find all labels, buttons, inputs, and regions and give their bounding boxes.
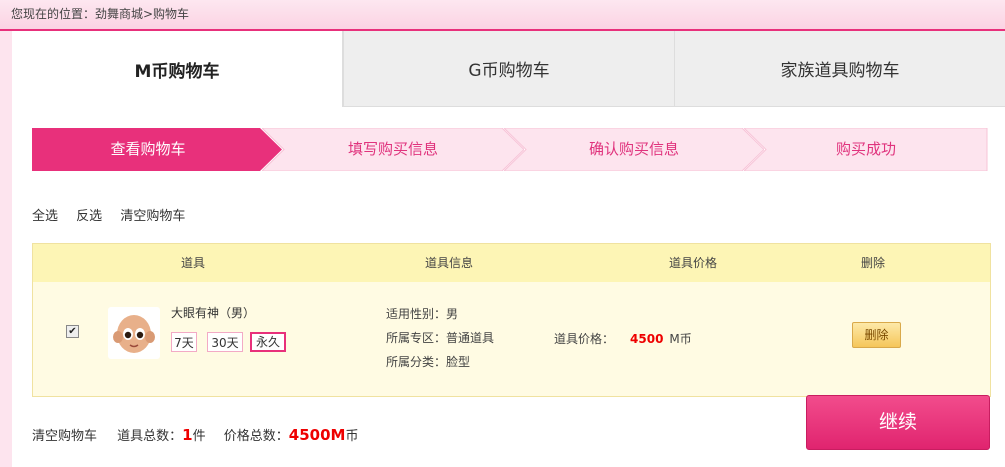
step-label: 确认购买信息: [588, 140, 679, 158]
continue-button[interactable]: 继续: [806, 395, 990, 450]
delete-button[interactable]: 删除: [852, 322, 901, 348]
item-name: 大眼有神（男）: [171, 306, 256, 320]
item-zone: 所属专区：普通道具: [386, 331, 495, 345]
price-label: 道具价格：: [554, 332, 615, 346]
item-price: 道具价格： 4500 M币: [554, 330, 692, 347]
cart-summary: 清空购物车 道具总数：1件 价格总数：4500M币: [32, 425, 358, 444]
table-header: 道具 道具信息 道具价格 删除: [33, 244, 990, 282]
item-checkbox[interactable]: ✔: [66, 325, 79, 338]
total-unit: 币: [345, 429, 359, 444]
duration-permanent[interactable]: 永久: [250, 332, 286, 352]
count-unit: 件: [192, 429, 206, 444]
total-label: 价格总数：: [223, 429, 289, 444]
tab-m-coin-cart[interactable]: M币购物车: [12, 31, 343, 107]
header-item: 道具: [180, 256, 205, 270]
clear-cart-link[interactable]: 清空购物车: [120, 209, 185, 224]
invert-selection-link[interactable]: 反选: [76, 209, 102, 224]
step-label: 购买成功: [835, 140, 896, 158]
summary-clear-cart-link[interactable]: 清空购物车: [32, 429, 97, 444]
tab-family-item-cart[interactable]: 家族道具购物车: [674, 31, 1005, 107]
price-value: 4500: [630, 332, 664, 346]
step-view-cart: 查看购物车: [32, 128, 282, 171]
count-label: 道具总数：: [117, 429, 183, 444]
item-category: 所属分类：脸型: [386, 355, 471, 369]
breadcrumb: 您现在的位置：劲舞商城>购物车: [11, 7, 190, 21]
tab-g-coin-cart[interactable]: G币购物车: [343, 31, 674, 107]
table-row: ✔ 大眼有神（男） 7天 30天 永久 适用性别：男 所属专区：普通道具 所属分…: [33, 282, 990, 396]
cart-panel: M币购物车 G币购物车 家族道具购物车 查看购物车 填写购买信息 确认购买信息 …: [12, 31, 1005, 467]
step-fill-info: 填写购买信息: [262, 128, 524, 171]
step-confirm-info: 确认购买信息: [504, 128, 764, 171]
count-value: 1: [182, 426, 193, 444]
header-delete: 删除: [860, 256, 885, 270]
step-success: 购买成功: [744, 128, 988, 171]
header-price: 道具价格: [668, 256, 717, 270]
cart-table: 道具 道具信息 道具价格 删除 ✔ 大眼有神（男） 7天 30天 永久 适用性别…: [32, 243, 991, 397]
select-all-link[interactable]: 全选: [32, 209, 58, 224]
item-gender: 适用性别：男: [386, 307, 459, 321]
total-value: 4500M: [288, 426, 346, 444]
cart-tabs: M币购物车 G币购物车 家族道具购物车: [12, 31, 1005, 107]
cart-actions: 全选 反选 清空购物车: [32, 205, 199, 224]
step-label: 查看购物车: [110, 140, 186, 158]
item-thumbnail: [108, 307, 160, 359]
duration-30-days[interactable]: 30天: [207, 332, 243, 352]
checkout-steps: 查看购物车 填写购买信息 确认购买信息 购买成功: [32, 128, 988, 171]
duration-7-days[interactable]: 7天: [171, 332, 197, 352]
breadcrumb-bar: 您现在的位置：劲舞商城>购物车: [0, 0, 1005, 31]
header-info: 道具信息: [424, 256, 473, 270]
price-unit: M币: [669, 332, 692, 346]
step-label: 填写购买信息: [347, 140, 438, 158]
